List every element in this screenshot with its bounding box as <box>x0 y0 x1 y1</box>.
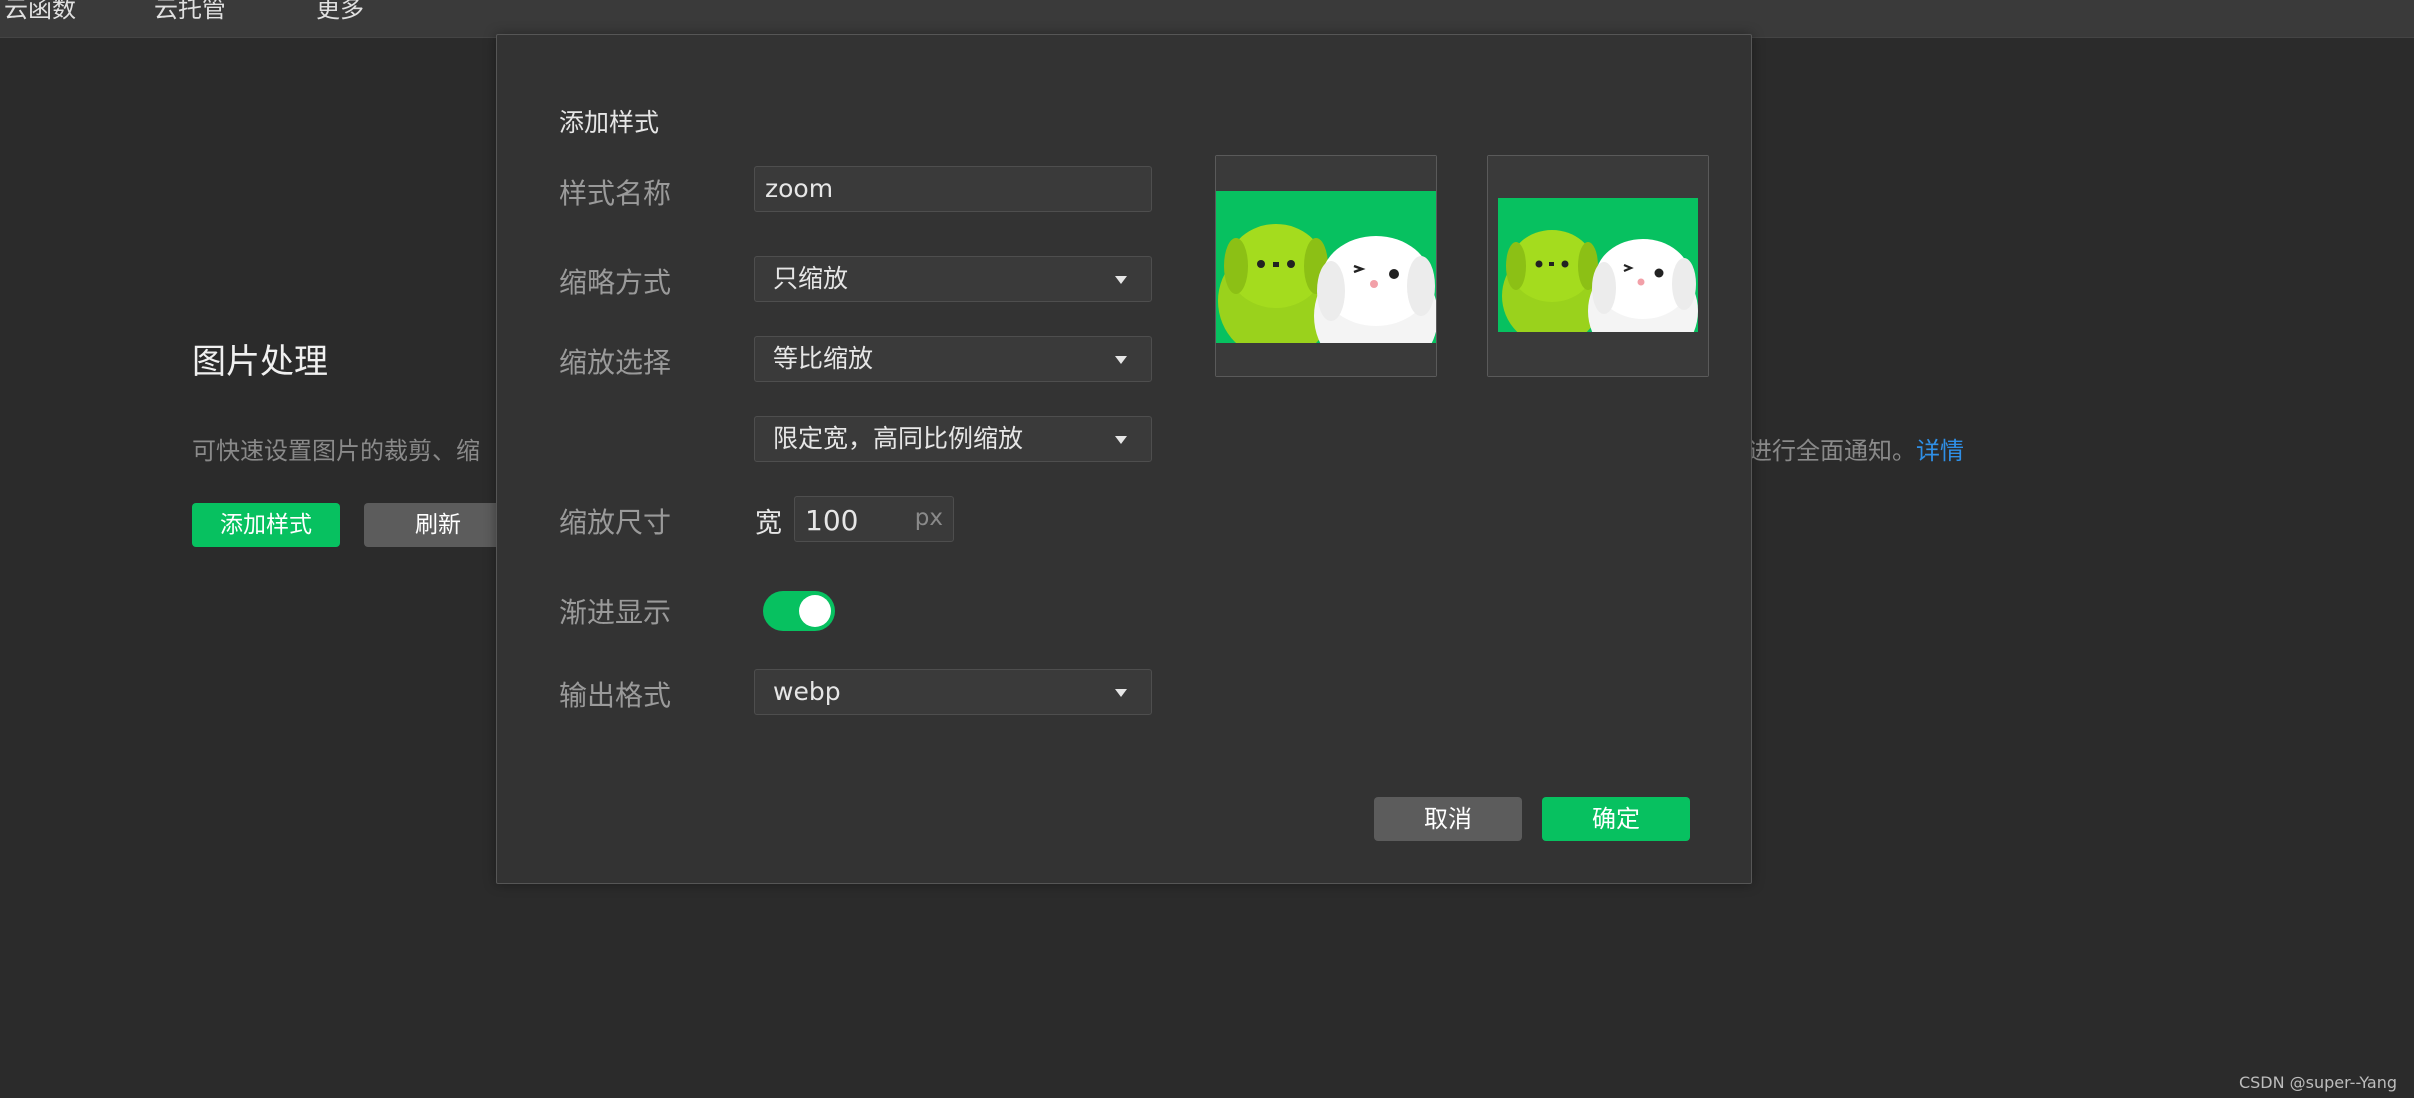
style-name-input[interactable]: zoom <box>754 166 1152 212</box>
dialog-title: 添加样式 <box>559 108 660 137</box>
processed-preview-image <box>1488 156 1708 376</box>
add-style-dialog: 添加样式 样式名称 zoom 缩略方式 只缩放 缩放选择 等比缩放 限定宽，高同… <box>496 34 1752 884</box>
original-preview-image <box>1216 156 1438 378</box>
page-description-tail: 进行全面通知。详情 <box>1748 431 1964 466</box>
thumbnail-mode-select[interactable]: 只缩放 <box>754 256 1152 302</box>
width-input[interactable]: 100 px <box>794 496 954 542</box>
output-format-label: 输出格式 <box>559 679 672 712</box>
chevron-down-icon <box>1115 436 1127 444</box>
chevron-down-icon <box>1115 356 1127 364</box>
width-value: 100 <box>805 504 859 537</box>
nav-item-more[interactable]: 更多 <box>316 0 364 24</box>
confirm-button[interactable]: 确定 <box>1542 797 1690 841</box>
processed-preview <box>1487 155 1709 377</box>
thumbnail-mode-label: 缩略方式 <box>559 266 672 299</box>
cancel-button[interactable]: 取消 <box>1374 797 1522 841</box>
scale-sub-dropdown[interactable]: 限定宽，高同比例缩放 <box>754 416 1152 462</box>
watermark: CSDN @super--Yang <box>2238 1073 2397 1092</box>
nav-item-cloud-functions[interactable]: 云函数 <box>4 0 76 24</box>
chevron-down-icon <box>1115 689 1127 697</box>
scale-select-label: 缩放选择 <box>559 346 672 379</box>
width-unit: px <box>914 505 943 531</box>
page-title: 图片处理 <box>192 342 328 382</box>
scale-select-dropdown[interactable]: 等比缩放 <box>754 336 1152 382</box>
page-description-end: 进行全面通知。 <box>1748 437 1916 465</box>
output-format-value: webp <box>773 677 841 706</box>
chevron-down-icon <box>1115 276 1127 284</box>
progressive-toggle[interactable] <box>763 591 835 631</box>
details-link[interactable]: 详情 <box>1916 437 1964 465</box>
scale-size-label: 缩放尺寸 <box>559 506 672 539</box>
refresh-button[interactable]: 刷新 <box>364 503 512 547</box>
page-description: 可快速设置图片的裁剪、缩 <box>192 437 480 465</box>
scale-select-value: 等比缩放 <box>773 344 874 373</box>
scale-sub-value: 限定宽，高同比例缩放 <box>773 424 1024 453</box>
width-prefix: 宽 <box>755 508 782 539</box>
original-preview <box>1215 155 1438 378</box>
style-name-label: 样式名称 <box>559 177 672 210</box>
toggle-knob <box>799 595 831 627</box>
progressive-label: 渐进显示 <box>559 596 672 629</box>
output-format-select[interactable]: webp <box>754 669 1152 715</box>
thumbnail-mode-value: 只缩放 <box>773 264 849 293</box>
add-style-button[interactable]: 添加样式 <box>192 503 340 547</box>
top-nav: 云函数 云托管 更多 <box>0 0 2414 38</box>
nav-item-cloud-hosting[interactable]: 云托管 <box>154 0 226 24</box>
